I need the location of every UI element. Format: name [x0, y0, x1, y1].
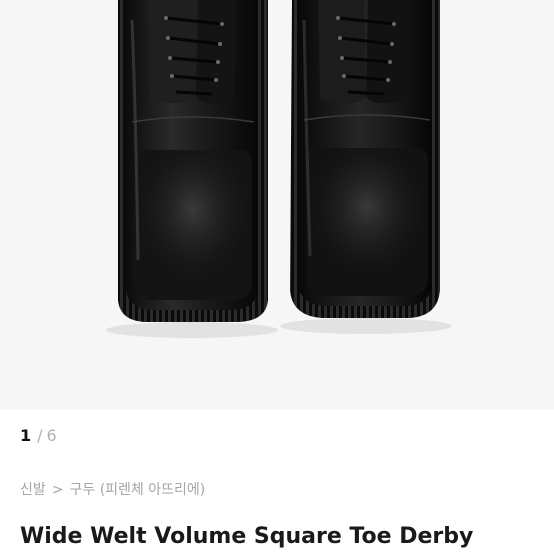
image-counter-total: 6: [46, 426, 57, 445]
product-image-carousel[interactable]: [0, 0, 554, 410]
product-photo-derby-shoes: [106, 0, 452, 338]
breadcrumb: 신발 > 구두 (피렌체 아뜨리에): [20, 480, 205, 500]
image-counter-current: 1: [20, 426, 32, 445]
image-counter: 1 /6: [20, 426, 57, 446]
product-detail-page: 1 /6 신발 > 구두 (피렌체 아뜨리에) Wide Welt Volume Sq…: [0, 0, 554, 554]
product-title: Wide Welt Volume Square Toe Derby: [20, 524, 474, 549]
breadcrumb-category[interactable]: 신발: [20, 482, 46, 498]
right-shoe: [290, 0, 440, 318]
image-counter-separator: /: [37, 426, 43, 445]
left-shoe: [118, 0, 268, 322]
breadcrumb-subcategory[interactable]: 구두 (피렌체 아뜨리에): [70, 482, 206, 498]
breadcrumb-separator: >: [51, 482, 64, 498]
